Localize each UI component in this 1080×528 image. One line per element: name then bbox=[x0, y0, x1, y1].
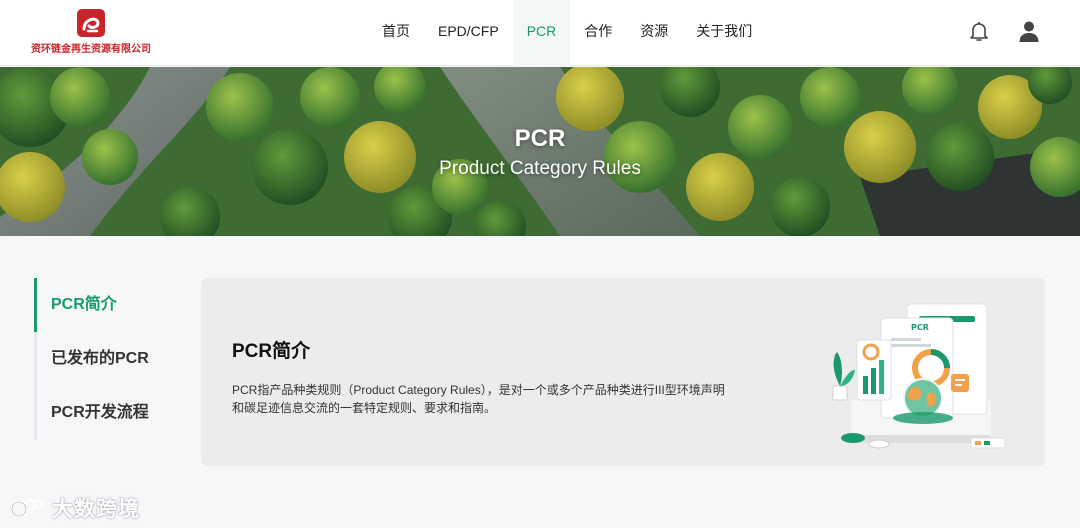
hero-banner: PCR Product Category Rules bbox=[0, 67, 1080, 236]
svg-text:PCR: PCR bbox=[911, 323, 929, 332]
top-header: 资环链金再生资源有限公司 首页 EPD/CFP PCR 合作 资源 关于我们 bbox=[0, 0, 1080, 66]
user-icon[interactable] bbox=[1017, 19, 1041, 43]
company-logo[interactable]: 资环链金再生资源有限公司 bbox=[30, 8, 152, 56]
side-item-pcr-process[interactable]: PCR开发流程 bbox=[34, 386, 184, 440]
banner-title: PCR bbox=[514, 125, 566, 152]
nav-item-pcr[interactable]: PCR bbox=[512, 0, 571, 66]
nav-item-resources[interactable]: 资源 bbox=[626, 0, 682, 66]
bell-icon[interactable] bbox=[967, 19, 991, 43]
side-item-published-pcr[interactable]: 已发布的PCR bbox=[34, 332, 184, 386]
nav-item-about-us[interactable]: 关于我们 bbox=[682, 0, 766, 66]
side-item-pcr-intro[interactable]: PCR简介 bbox=[34, 278, 184, 332]
main-nav: 首页 EPD/CFP PCR 合作 资源 关于我们 bbox=[368, 0, 766, 66]
nav-item-home[interactable]: 首页 bbox=[368, 0, 424, 66]
report-illustration-icon: PCR bbox=[832, 303, 1006, 449]
watermark: 大数跨境 bbox=[10, 494, 140, 522]
watermark-text: 大数跨境 bbox=[52, 498, 140, 521]
logo-mark-icon bbox=[77, 9, 105, 37]
banner-subtitle: Product Category Rules bbox=[439, 158, 641, 179]
nav-item-cooperation[interactable]: 合作 bbox=[570, 0, 626, 66]
card-description: PCR指产品种类规则（Product Category Rules），是对一个或… bbox=[232, 383, 725, 415]
nav-item-epd-cfp[interactable]: EPD/CFP bbox=[424, 0, 513, 66]
watermark-logo-icon bbox=[10, 498, 44, 518]
card-title: PCR简介 bbox=[232, 341, 311, 362]
pcr-side-menu: PCR简介 已发布的PCR PCR开发流程 bbox=[34, 278, 184, 440]
logo-text: 资环链金再生资源有限公司 bbox=[31, 44, 151, 55]
pcr-intro-card: PCR简介 PCR指产品种类规则（Product Category Rules）… bbox=[201, 278, 1045, 466]
